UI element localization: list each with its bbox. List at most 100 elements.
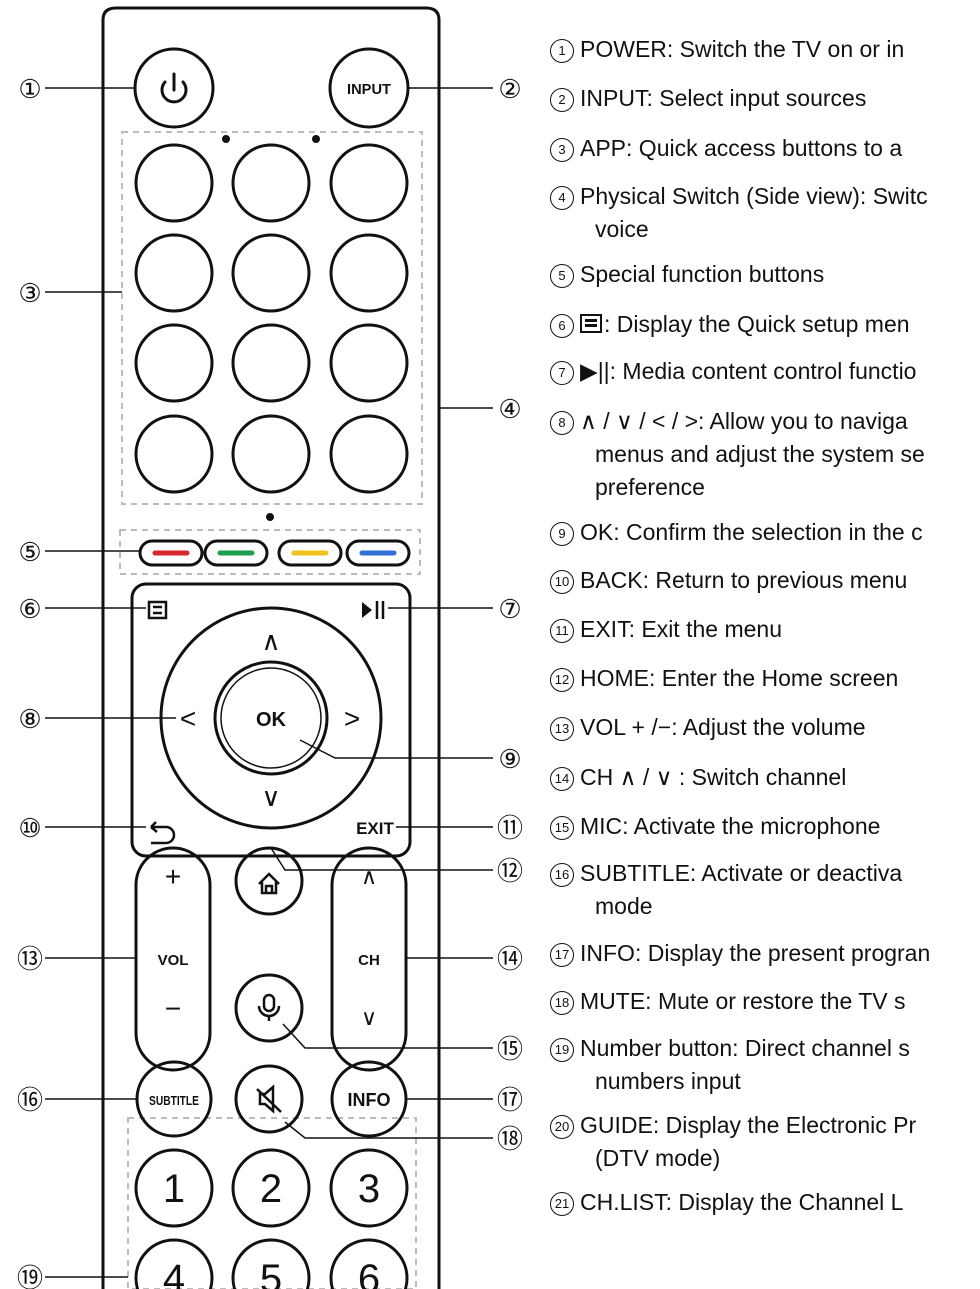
app-button[interactable] (329, 233, 409, 313)
legend-item-19: 19 Number button: Direct channel s number… (550, 1032, 910, 1098)
legend-number: 4 (550, 186, 574, 210)
callout-17: ⑰ (497, 1085, 523, 1115)
indicator-dot (266, 513, 274, 521)
app-button[interactable] (329, 414, 409, 494)
legend-text-continued: numbers input (595, 1068, 741, 1094)
subtitle-label: SUBTITLE (149, 1093, 199, 1108)
ch-up-arrow[interactable]: ∧ (361, 864, 377, 889)
legend-item-5: 5 Special function buttons (550, 258, 824, 291)
legend-text: ▶||: Media content control functio (580, 358, 917, 384)
legend-item-4: 4 Physical Switch (Side view): Switc voic… (550, 180, 928, 246)
number-label-5: 5 (260, 1257, 282, 1289)
vol-minus[interactable]: − (165, 993, 181, 1024)
nav-up-arrow[interactable]: ∧ (261, 626, 280, 656)
legend-item-16: 16 SUBTITLE: Activate or deactiva mode (550, 857, 902, 923)
ch-down-arrow[interactable]: ∨ (361, 1005, 377, 1030)
legend-number: 3 (550, 138, 574, 162)
legend-text: EXIT: Exit the menu (580, 616, 782, 642)
number-label-1: 1 (163, 1167, 185, 1211)
app-button[interactable] (231, 414, 311, 494)
app-button[interactable] (329, 143, 409, 223)
vol-label: VOL (158, 952, 189, 969)
legend-text: : Display the Quick setup men (604, 311, 910, 337)
callout-9: ⑨ (498, 744, 521, 774)
vol-plus[interactable]: + (165, 861, 181, 892)
legend-text: Physical Switch (Side view): Switc (580, 183, 928, 209)
legend-item-8: 8 ∧ / ∨ / < / >: Allow you to naviga menu… (550, 405, 925, 504)
app-button[interactable] (134, 323, 214, 403)
legend-text: Special function buttons (580, 261, 825, 287)
legend-text-continued: menus and adjust the system se (595, 441, 925, 467)
app-buttons (134, 143, 409, 494)
mute-icon (256, 1084, 282, 1114)
legend-text: Number button: Direct channel s (580, 1035, 910, 1061)
number-label-2: 2 (260, 1167, 282, 1211)
legend-text: HOME: Enter the Home screen (580, 665, 899, 691)
callout-6: ⑥ (18, 594, 41, 624)
remote-diagram: INPUT ∧ ∨ < > OK EXIT + VOL − ∧ CH ∨ SUB… (17, 6, 523, 1289)
legend-number: 13 (550, 717, 574, 741)
legend-number: 12 (550, 668, 574, 692)
callout-3: ③ (18, 278, 41, 308)
info-label: INFO (348, 1090, 391, 1110)
nav-down-arrow[interactable]: ∨ (261, 782, 280, 812)
legend-number: 1 (550, 39, 574, 63)
callout-15: ⑮ (497, 1034, 523, 1064)
app-button[interactable] (231, 233, 311, 313)
callout-5: ⑤ (18, 537, 41, 567)
back-arrow-icon[interactable] (150, 821, 176, 845)
power-icon (160, 72, 188, 104)
legend-number: 17 (550, 943, 574, 967)
legend-number: 18 (550, 991, 574, 1015)
legend-number: 21 (550, 1192, 574, 1216)
legend-text: OK: Confirm the selection in the c (580, 519, 923, 545)
legend-item-20: 20 GUIDE: Display the Electronic Pr (DTV … (550, 1109, 916, 1175)
legend-number: 15 (550, 816, 574, 840)
legend-text: GUIDE: Display the Electronic Pr (580, 1112, 917, 1138)
callout-2: ② (498, 74, 521, 104)
legend-item-6: 6: Display the Quick setup men (550, 308, 910, 341)
legend-number: 2 (550, 88, 574, 112)
legend-text: APP: Quick access buttons to a (580, 135, 903, 161)
nav-left-arrow[interactable]: < (180, 703, 196, 734)
app-button[interactable] (134, 143, 214, 223)
legend-number: 19 (550, 1038, 574, 1062)
microphone-icon (257, 993, 281, 1021)
legend-number: 14 (550, 767, 574, 791)
app-button[interactable] (231, 323, 311, 403)
menu-icon[interactable] (147, 600, 168, 620)
legend-number: 20 (550, 1115, 574, 1139)
indicator-dot (222, 135, 230, 143)
legend-item-15: 15 MIC: Activate the microphone (550, 810, 880, 843)
callout-19: ⑲ (17, 1263, 43, 1289)
legend-number: 9 (550, 522, 574, 546)
legend-number: 5 (550, 264, 574, 288)
microphone-button[interactable] (234, 973, 304, 1043)
ch-label: CH (358, 952, 380, 969)
nav-right-arrow[interactable]: > (344, 703, 360, 734)
app-button[interactable] (134, 233, 214, 313)
exit-label[interactable]: EXIT (356, 819, 394, 838)
app-buttons-group (121, 131, 423, 505)
callout-leader-lines (45, 87, 493, 1278)
legend-item-3: 3 APP: Quick access buttons to a (550, 132, 902, 165)
app-button[interactable] (231, 143, 311, 223)
number-label-4: 4 (163, 1257, 185, 1289)
app-button[interactable] (329, 323, 409, 403)
legend-text: CH.LIST: Display the Channel L (580, 1189, 904, 1215)
legend-item-9: 9 OK: Confirm the selection in the c (550, 516, 923, 549)
legend-text: CH ∧ / ∨ : Switch channel (580, 764, 847, 790)
legend-text: MIC: Activate the microphone (580, 813, 881, 839)
legend-item-7: 7 ▶||: Media content control functio (550, 355, 916, 388)
callout-14: ⑭ (497, 944, 523, 974)
legend-text-continued: preference (595, 474, 705, 500)
callout-12: ⑫ (497, 856, 523, 886)
legend-list: 1 POWER: Switch the TV on or in 2 INPUT: S… (550, 0, 980, 1289)
legend-text-continued: voice (595, 216, 649, 242)
app-button[interactable] (134, 414, 214, 494)
legend-text: INPUT: Select input sources (580, 85, 867, 111)
play-pause-icon[interactable] (362, 601, 385, 619)
number-label-3: 3 (358, 1167, 380, 1211)
home-button[interactable] (234, 846, 304, 916)
callout-10: ⑩ (18, 813, 41, 843)
